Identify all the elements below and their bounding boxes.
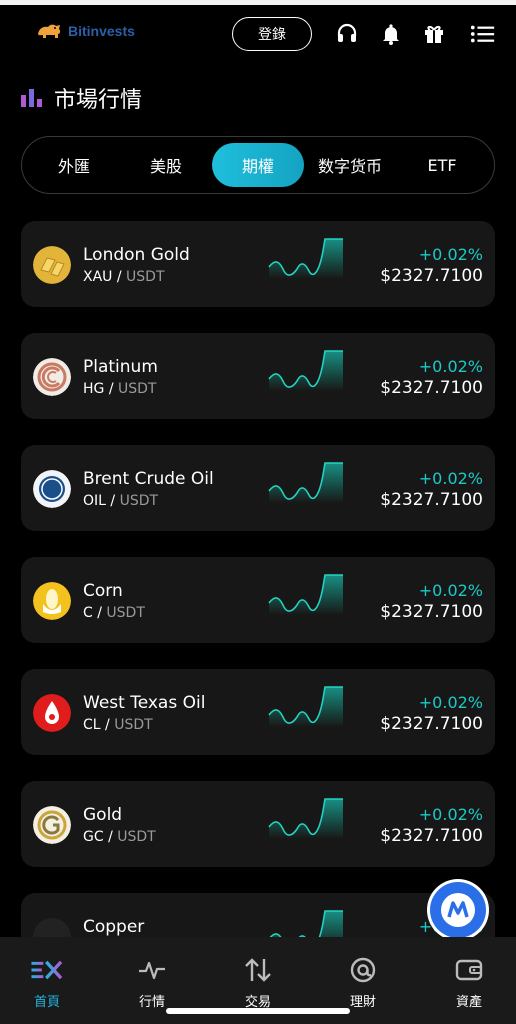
tab-us-stocks[interactable]: 美股 — [124, 143, 208, 187]
status-strip — [0, 0, 516, 5]
change-percent: +0.02% — [418, 469, 483, 488]
nav-assets[interactable]: 資產 — [434, 955, 504, 1010]
nav-label: 資產 — [455, 995, 482, 1010]
bar-chart-icon — [21, 89, 42, 107]
login-button[interactable]: 登錄 — [232, 17, 312, 51]
market-name: West Texas Oil — [83, 693, 206, 713]
change-percent: +0.02% — [418, 357, 483, 376]
market-name: Platinum — [83, 357, 158, 377]
platinum-icon — [33, 358, 71, 396]
section-header: 市場行情 — [20, 82, 142, 114]
page-title: 市場行情 — [54, 88, 143, 113]
top-header: Bitinvests 登錄 — [0, 12, 516, 56]
tab-options[interactable]: 期權 — [212, 143, 304, 187]
sparkline — [268, 350, 343, 391]
market-card[interactable]: Corn C / USDT +0.02% $2327.7100 — [21, 557, 495, 643]
sparkline-area — [269, 463, 343, 503]
market-price: $2327.7100 — [380, 490, 483, 510]
lion-logo-icon — [38, 24, 61, 38]
market-tabs: 外匯 美股 期權 数字货币 ETF — [21, 136, 495, 194]
oil-compass-icon — [33, 470, 71, 508]
nav-market[interactable]: 行情 — [117, 955, 187, 1010]
market-price: $2327.7100 — [380, 602, 483, 622]
market-pair: HG / USDT — [83, 381, 157, 397]
market-name: London Gold — [83, 245, 190, 265]
market-pair: OIL / USDT — [83, 493, 159, 509]
corn-icon — [33, 582, 71, 620]
market-price: $2327.7100 — [380, 378, 483, 398]
sparkline — [268, 798, 343, 839]
gold-coin-icon — [33, 806, 71, 844]
sparkline-area — [269, 575, 343, 615]
headset-icon[interactable] — [334, 21, 360, 47]
tab-forex[interactable]: 外匯 — [32, 143, 116, 187]
swap-arrows-icon — [241, 955, 275, 985]
at-icon — [346, 955, 380, 985]
sparkline-area — [269, 799, 343, 839]
market-pair: CL / USDT — [83, 717, 153, 733]
sparkline — [268, 686, 343, 727]
market-pair: GC / USDT — [83, 829, 156, 845]
market-name: Gold — [83, 805, 123, 825]
market-card[interactable]: Platinum HG / USDT +0.02% $2327.7100 — [21, 333, 495, 419]
home-indicator — [166, 1008, 350, 1014]
ex-logo-icon — [30, 955, 64, 985]
sparkline — [268, 462, 343, 503]
brand-name: Bitinvests — [68, 23, 135, 39]
oil-drop-icon — [33, 694, 71, 732]
gift-icon[interactable] — [421, 21, 447, 47]
sparkline-area — [269, 239, 343, 279]
tab-crypto[interactable]: 数字货币 — [308, 143, 392, 187]
nav-finance[interactable]: 理財 — [328, 955, 398, 1010]
pulse-icon — [135, 955, 169, 985]
brand[interactable]: Bitinvests — [36, 22, 135, 40]
market-name: Corn — [83, 581, 123, 601]
market-card[interactable]: London Gold XAU / USDT +0.02% $2327.7100 — [21, 221, 495, 307]
nav-label: 首頁 — [33, 995, 60, 1010]
nav-home[interactable]: 首頁 — [12, 955, 82, 1010]
market-pair: XAU / USDT — [83, 269, 165, 285]
gold-bars-icon — [33, 246, 71, 284]
nav-trade[interactable]: 交易 — [223, 955, 293, 1010]
wallet-icon — [452, 955, 486, 985]
change-percent: +0.02% — [418, 581, 483, 600]
market-price: $2327.7100 — [380, 826, 483, 846]
change-percent: +0.02% — [418, 693, 483, 712]
bell-icon[interactable] — [378, 21, 404, 47]
market-card[interactable]: Gold GC / USDT +0.02% $2327.7100 — [21, 781, 495, 867]
sparkline — [268, 238, 343, 279]
market-pair: C / USDT — [83, 605, 145, 621]
change-percent: +0.02% — [418, 245, 483, 264]
sparkline — [268, 574, 343, 615]
market-card[interactable]: Brent Crude Oil OIL / USDT +0.02% $2327.… — [21, 445, 495, 531]
sparkline-area — [269, 687, 343, 727]
nav-label: 理財 — [349, 995, 376, 1010]
sparkline-area — [269, 351, 343, 391]
change-percent: +0.02% — [418, 805, 483, 824]
market-name: Brent Crude Oil — [83, 469, 214, 489]
floating-assistant-button[interactable] — [430, 882, 486, 938]
market-price: $2327.7100 — [380, 714, 483, 734]
tab-etf[interactable]: ETF — [400, 143, 484, 187]
market-card[interactable]: West Texas Oil CL / USDT +0.02% $2327.71… — [21, 669, 495, 755]
menu-icon[interactable] — [470, 21, 496, 47]
nav-label: 行情 — [138, 995, 165, 1010]
market-price: $2327.7100 — [380, 266, 483, 286]
assistant-icon — [441, 893, 475, 927]
market-name: Copper — [83, 917, 145, 937]
